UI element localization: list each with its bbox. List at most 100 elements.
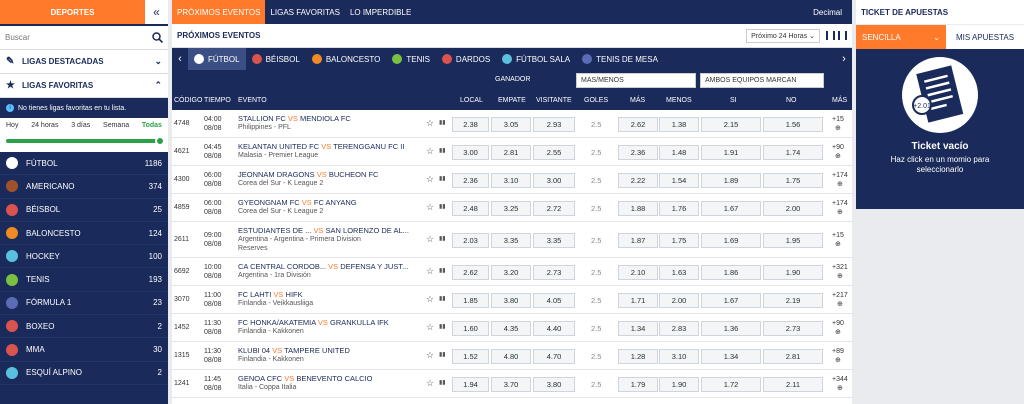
favorite-star-icon[interactable]: ☆ [426,322,434,333]
odds-button[interactable]: 1.89 [701,172,761,188]
odds-button[interactable]: 2.11 [763,376,823,392]
odds-button[interactable]: 1.34 [618,320,658,336]
sport-tab[interactable]: BÉISBOL [246,48,306,70]
more-markets[interactable]: +321 ⊕ [832,263,848,281]
sport-item[interactable]: BALONCESTO 124 [0,222,168,246]
odds-button[interactable]: 2.62 [452,264,489,280]
odds-button[interactable]: 2.73 [533,264,575,280]
odds-button[interactable]: 1.52 [452,348,489,364]
more-markets[interactable]: +174 ⊕ [832,171,848,189]
sport-tab[interactable]: TENIS [386,48,436,70]
odds-button[interactable]: 2.38 [452,116,489,132]
sport-tab[interactable]: DARDOS [436,48,496,70]
favorite-star-icon[interactable]: ☆ [426,350,434,361]
odds-button[interactable]: 2.36 [452,172,489,188]
odds-button[interactable]: 2.03 [452,232,489,248]
sport-item[interactable]: BOXEO 2 [0,315,168,339]
time-filter-all[interactable]: Todas [142,122,162,129]
sport-item[interactable]: FÚTBOL 1186 [0,152,168,176]
event-name[interactable]: FC LAHTI VS HIFK Finlandia - Veikkausliig… [238,290,313,308]
odds-button[interactable]: 2.00 [659,292,699,308]
more-markets[interactable]: +90 ⊕ [832,319,844,337]
stats-icon[interactable]: ▮▮ [439,351,446,358]
market-select-totals[interactable]: MAS/MENOS [576,73,696,88]
odds-button[interactable]: 1.74 [763,144,823,160]
range-select[interactable]: Próximo 24 Horas ⌄ [746,28,820,43]
odds-button[interactable]: 3.05 [491,116,531,132]
tab-proximos-eventos[interactable]: PRÓXIMOS EVENTOS [172,0,266,24]
favorite-star-icon[interactable]: ☆ [426,234,434,245]
event-name[interactable]: GYEONGNAM FC VS FC ANYANG Corea del Sur -… [238,198,357,216]
odds-button[interactable]: 1.71 [618,292,658,308]
odds-button[interactable]: 1.95 [763,232,823,248]
scroll-left-icon[interactable]: ‹ [172,53,188,65]
odds-button[interactable]: 1.75 [659,232,699,248]
favorite-star-icon[interactable]: ☆ [426,118,434,129]
slider-handle[interactable] [155,136,165,146]
sport-item[interactable]: FÓRMULA 1 23 [0,292,168,316]
odds-button[interactable]: 4.40 [533,320,575,336]
odds-button[interactable]: 1.91 [701,144,761,160]
more-markets[interactable]: +344 ⊕ [832,375,848,393]
odds-button[interactable]: 3.70 [491,376,531,392]
stats-icon[interactable]: ▮▮ [439,235,446,242]
more-markets[interactable]: +15 ⊕ [832,115,844,133]
stats-icon[interactable]: ▮▮ [439,119,446,126]
stats-icon[interactable]: ▮▮ [439,267,446,274]
odds-button[interactable]: 3.00 [533,172,575,188]
sport-item[interactable]: ESQUÍ ALPINO 2 [0,362,168,385]
favorite-star-icon[interactable]: ☆ [426,202,434,213]
stats-icon[interactable]: ▮▮ [439,323,446,330]
odds-button[interactable]: 2.81 [763,348,823,364]
event-name[interactable]: FC HONKA/AKATEMIA VS GRANKULLA IFK Finlan… [238,318,389,336]
odds-button[interactable]: 3.20 [491,264,531,280]
odds-button[interactable]: 1.60 [452,320,489,336]
odds-button[interactable]: 1.28 [618,348,658,364]
odds-button[interactable]: 1.75 [763,172,823,188]
sport-tab[interactable]: TENIS DE MESA [576,48,664,70]
stats-icon[interactable]: ▮▮ [439,295,446,302]
sport-item[interactable]: HOCKEY 100 [0,245,168,269]
odds-button[interactable]: 1.54 [659,172,699,188]
odds-button[interactable]: 2.81 [491,144,531,160]
scroll-right-icon[interactable]: › [836,53,852,65]
odds-button[interactable]: 1.56 [763,116,823,132]
collapse-button[interactable]: « [145,0,168,24]
odds-format-select[interactable]: Decimal [808,0,852,24]
time-slider[interactable] [6,136,165,146]
odds-button[interactable]: 2.00 [763,200,823,216]
odds-button[interactable]: 1.67 [701,292,761,308]
event-name[interactable]: STALLION FC VS MENDIOLA FC Philippines - … [238,114,351,132]
odds-button[interactable]: 4.80 [491,348,531,364]
stats-icon[interactable]: ▮▮ [439,379,446,386]
favorite-star-icon[interactable]: ☆ [426,378,434,389]
odds-button[interactable]: 1.94 [452,376,489,392]
more-markets[interactable]: +174 ⊕ [832,199,848,217]
more-markets[interactable]: +89 ⊕ [832,347,844,365]
odds-button[interactable]: 1.48 [659,144,699,160]
odds-button[interactable]: 2.36 [618,144,658,160]
odds-button[interactable]: 1.76 [659,200,699,216]
odds-button[interactable]: 2.93 [533,116,575,132]
event-name[interactable]: GENOA CFC VS BENEVENTO CALCIO Italia - Co… [238,374,373,392]
odds-button[interactable]: 3.10 [491,172,531,188]
odds-button[interactable]: 1.36 [701,320,761,336]
favorite-star-icon[interactable]: ☆ [426,266,434,277]
odds-button[interactable]: 3.35 [533,232,575,248]
search-input[interactable]: Buscar [5,33,30,42]
tab-mis-apuestas[interactable]: MIS APUESTAS [946,25,1024,49]
search-box[interactable]: Buscar [0,26,168,50]
odds-button[interactable]: 1.72 [701,376,761,392]
stats-icon[interactable]: ▮▮ [439,175,446,182]
odds-button[interactable]: 1.79 [618,376,658,392]
featured-leagues[interactable]: ✎ LIGAS DESTACADAS ⌄ [0,50,168,74]
odds-button[interactable]: 4.05 [533,292,575,308]
more-markets[interactable]: +90 ⊕ [832,143,844,161]
odds-button[interactable]: 1.85 [452,292,489,308]
sport-item[interactable]: MMA 30 [0,338,168,362]
time-filter-today[interactable]: Hoy [6,122,18,129]
odds-button[interactable]: 2.62 [618,116,658,132]
sport-item[interactable]: BÉISBOL 25 [0,199,168,222]
sport-item[interactable]: TENIS 193 [0,268,168,292]
odds-button[interactable]: 3.35 [491,232,531,248]
